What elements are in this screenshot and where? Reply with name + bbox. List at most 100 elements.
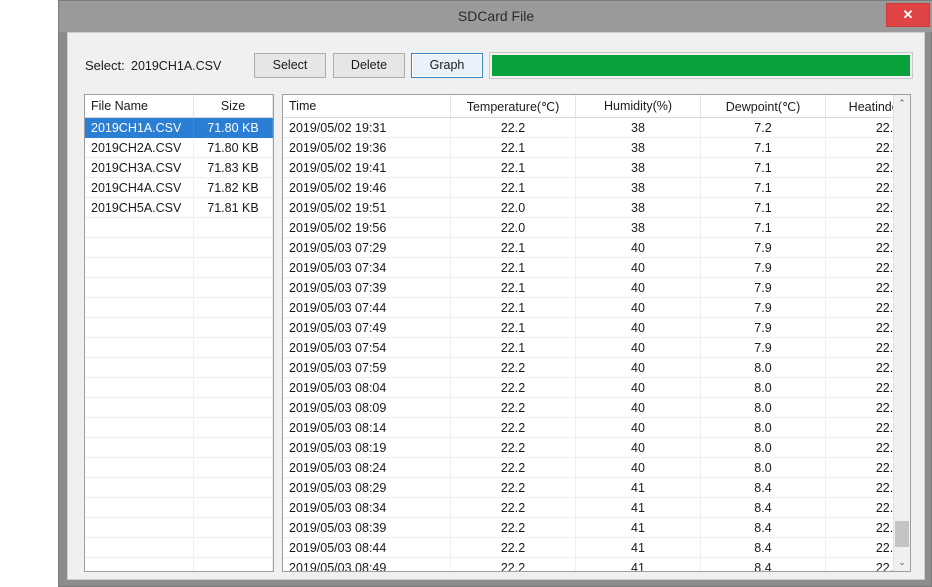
table-row[interactable]: 2019/05/03 08:3422.2418.422.2 bbox=[283, 498, 893, 518]
table-row[interactable]: 2019/05/03 08:3922.2418.422.2 bbox=[283, 518, 893, 538]
app-root: SDCard File ✕ Select: 2019CH1A.CSV Selec… bbox=[0, 0, 932, 587]
empty-cell bbox=[273, 418, 275, 438]
close-icon[interactable]: ✕ bbox=[886, 3, 930, 27]
empty-cell bbox=[273, 318, 275, 338]
heatindex-cell: 22.1 bbox=[826, 238, 894, 258]
heatindex-cell: 22.2 bbox=[826, 418, 894, 438]
file-list-empty-row bbox=[85, 498, 274, 518]
table-row[interactable]: 2019/05/03 08:1422.2408.022.2 bbox=[283, 418, 893, 438]
empty-cell bbox=[194, 438, 273, 458]
time-cell: 2019/05/02 19:41 bbox=[283, 158, 451, 178]
file-list-empty-row bbox=[85, 458, 274, 478]
graph-button[interactable]: Graph bbox=[411, 53, 483, 78]
data-col-humidity[interactable]: Humidity(%) bbox=[576, 95, 701, 118]
temperature-cell: 22.2 bbox=[451, 398, 576, 418]
humidity-cell: 40 bbox=[576, 338, 701, 358]
heatindex-cell: 22.2 bbox=[826, 118, 894, 138]
table-row[interactable]: 2019/05/03 07:4922.1407.922.1 bbox=[283, 318, 893, 338]
table-row[interactable]: 2019/05/03 08:0422.2408.022.2 bbox=[283, 378, 893, 398]
empty-cell bbox=[85, 238, 194, 258]
temperature-cell: 22.1 bbox=[451, 278, 576, 298]
time-cell: 2019/05/03 08:49 bbox=[283, 558, 451, 572]
data-col-temperature[interactable]: Temperature(℃) bbox=[451, 95, 576, 118]
data-col-time[interactable]: Time bbox=[283, 95, 451, 118]
humidity-cell: 40 bbox=[576, 458, 701, 478]
dewpoint-cell: 7.9 bbox=[701, 278, 826, 298]
empty-cell bbox=[194, 298, 273, 318]
temperature-cell: 22.2 bbox=[451, 478, 576, 498]
table-row[interactable]: 2019/05/03 08:2922.2418.422.2 bbox=[283, 478, 893, 498]
empty-cell bbox=[273, 218, 275, 238]
table-row[interactable]: 2019/05/02 19:3122.2387.222.2 bbox=[283, 118, 893, 138]
table-row[interactable]: 2019/05/03 07:2922.1407.922.1 bbox=[283, 238, 893, 258]
empty-cell bbox=[273, 398, 275, 418]
heatindex-cell: 22.2 bbox=[826, 558, 894, 572]
file-list-col-size[interactable]: Size bbox=[194, 95, 273, 118]
delete-button[interactable]: Delete bbox=[333, 53, 405, 78]
file-pad-cell bbox=[273, 198, 275, 218]
file-list-panel[interactable]: File Name Size 2019CH1A.CSV71.80 KB2019C… bbox=[84, 94, 274, 572]
selected-file-value: 2019CH1A.CSV bbox=[131, 59, 221, 73]
file-list-col-name[interactable]: File Name bbox=[85, 95, 194, 118]
table-row[interactable]: 2019/05/02 19:5122.0387.122.0 bbox=[283, 198, 893, 218]
file-list-item[interactable]: 2019CH2A.CSV71.80 KB bbox=[85, 138, 274, 158]
scroll-up-icon[interactable]: ⌃ bbox=[894, 95, 910, 112]
humidity-cell: 40 bbox=[576, 278, 701, 298]
select-button[interactable]: Select bbox=[254, 53, 326, 78]
select-label: Select: bbox=[85, 58, 125, 73]
empty-cell bbox=[273, 478, 275, 498]
table-row[interactable]: 2019/05/02 19:5622.0387.122.0 bbox=[283, 218, 893, 238]
temperature-cell: 22.1 bbox=[451, 258, 576, 278]
time-cell: 2019/05/03 08:34 bbox=[283, 498, 451, 518]
table-row[interactable]: 2019/05/02 19:4622.1387.122.1 bbox=[283, 178, 893, 198]
empty-cell bbox=[273, 438, 275, 458]
temperature-cell: 22.2 bbox=[451, 458, 576, 478]
time-cell: 2019/05/02 19:56 bbox=[283, 218, 451, 238]
heatindex-cell: 22.0 bbox=[826, 218, 894, 238]
table-row[interactable]: 2019/05/03 08:0922.2408.022.2 bbox=[283, 398, 893, 418]
table-row[interactable]: 2019/05/03 08:1922.2408.022.2 bbox=[283, 438, 893, 458]
temperature-cell: 22.2 bbox=[451, 498, 576, 518]
file-list-item[interactable]: 2019CH1A.CSV71.80 KB bbox=[85, 118, 274, 138]
humidity-cell: 38 bbox=[576, 218, 701, 238]
empty-cell bbox=[85, 518, 194, 538]
data-table-scroll-area: Time Temperature(℃) Humidity(%) Dewpoint… bbox=[283, 95, 893, 571]
table-row[interactable]: 2019/05/02 19:3622.1387.122.1 bbox=[283, 138, 893, 158]
empty-cell bbox=[273, 338, 275, 358]
table-row[interactable]: 2019/05/03 07:5422.1407.922.1 bbox=[283, 338, 893, 358]
empty-cell bbox=[194, 338, 273, 358]
empty-cell bbox=[273, 518, 275, 538]
file-list-item[interactable]: 2019CH4A.CSV71.82 KB bbox=[85, 178, 274, 198]
table-row[interactable]: 2019/05/02 19:4122.1387.122.1 bbox=[283, 158, 893, 178]
file-list-empty-row bbox=[85, 418, 274, 438]
scrollbar-thumb[interactable] bbox=[895, 521, 909, 547]
heatindex-cell: 22.2 bbox=[826, 378, 894, 398]
humidity-cell: 38 bbox=[576, 198, 701, 218]
file-list-empty-row bbox=[85, 398, 274, 418]
data-col-heatindex[interactable]: Heatindex(℃) bbox=[826, 95, 894, 118]
data-table-scrollbar[interactable]: ⌃ ⌄ bbox=[893, 95, 910, 571]
table-row[interactable]: 2019/05/03 07:4422.1407.922.1 bbox=[283, 298, 893, 318]
humidity-cell: 38 bbox=[576, 138, 701, 158]
file-pad-cell bbox=[273, 118, 275, 138]
table-row[interactable]: 2019/05/03 07:3422.1407.922.1 bbox=[283, 258, 893, 278]
empty-cell bbox=[85, 258, 194, 278]
time-cell: 2019/05/03 08:14 bbox=[283, 418, 451, 438]
progress-bar-fill bbox=[492, 55, 910, 76]
table-row[interactable]: 2019/05/03 07:3922.1407.922.1 bbox=[283, 278, 893, 298]
scroll-down-icon[interactable]: ⌄ bbox=[894, 554, 910, 571]
file-list-item[interactable]: 2019CH3A.CSV71.83 KB bbox=[85, 158, 274, 178]
humidity-cell: 40 bbox=[576, 438, 701, 458]
file-list-item[interactable]: 2019CH5A.CSV71.81 KB bbox=[85, 198, 274, 218]
dewpoint-cell: 7.9 bbox=[701, 298, 826, 318]
file-list-empty-row bbox=[85, 338, 274, 358]
humidity-cell: 38 bbox=[576, 158, 701, 178]
data-col-dewpoint[interactable]: Dewpoint(℃) bbox=[701, 95, 826, 118]
empty-cell bbox=[194, 378, 273, 398]
file-name-cell: 2019CH2A.CSV bbox=[85, 138, 194, 158]
table-row[interactable]: 2019/05/03 08:2422.2408.022.2 bbox=[283, 458, 893, 478]
table-row[interactable]: 2019/05/03 07:5922.2408.022.2 bbox=[283, 358, 893, 378]
empty-cell bbox=[273, 238, 275, 258]
table-row[interactable]: 2019/05/03 08:4922.2418.422.2 bbox=[283, 558, 893, 572]
table-row[interactable]: 2019/05/03 08:4422.2418.422.2 bbox=[283, 538, 893, 558]
